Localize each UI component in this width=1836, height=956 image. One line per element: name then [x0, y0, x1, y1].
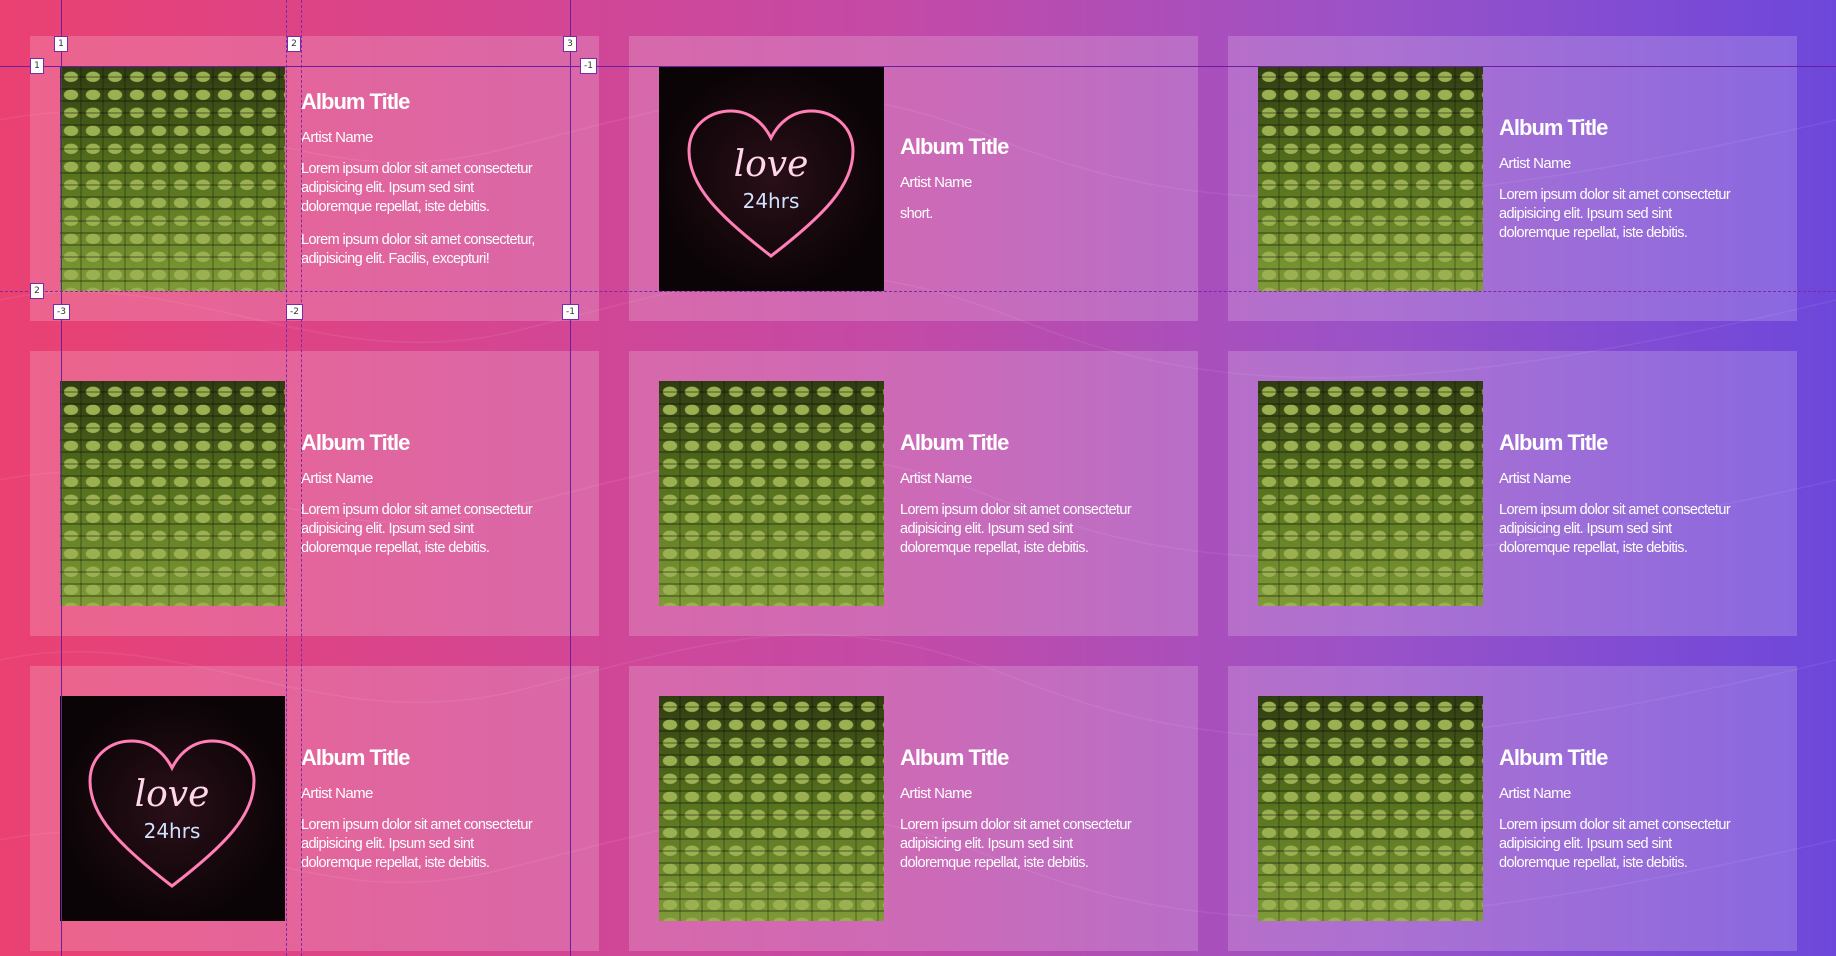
artist-name: Artist Name	[900, 173, 972, 191]
album-title: Album Title	[900, 744, 1009, 770]
album-cover-image	[659, 696, 884, 921]
album-card[interactable]: Album Title Artist Name Lorem ipsum dolo…	[1228, 351, 1797, 636]
album-cover-image: love 24hrs	[60, 696, 285, 921]
neon-text-love: love	[734, 144, 809, 185]
album-title: Album Title	[301, 429, 410, 455]
artist-name: Artist Name	[900, 469, 972, 487]
album-description: short.	[900, 205, 933, 222]
artist-name: Artist Name	[1499, 469, 1571, 487]
album-card[interactable]: Album Title Artist Name Lorem ipsum dolo…	[1228, 666, 1797, 951]
album-description: Lorem ipsum dolor sit amet consectetur a…	[301, 160, 533, 215]
album-description: Lorem ipsum dolor sit amet consectetur a…	[1499, 816, 1731, 871]
album-cover-image	[60, 381, 285, 606]
album-cover-image	[1258, 696, 1483, 921]
album-cover-image	[1258, 381, 1483, 606]
album-description: Lorem ipsum dolor sit amet consectetur a…	[1499, 501, 1731, 556]
album-title: Album Title	[1499, 429, 1608, 455]
album-card[interactable]: Album Title Artist Name Lorem ipsum dolo…	[629, 666, 1198, 951]
album-card[interactable]: Album Title Artist Name Lorem ipsum dolo…	[1228, 36, 1797, 321]
album-title: Album Title	[1499, 114, 1608, 140]
album-title: Album Title	[900, 429, 1009, 455]
album-grid: Album Title Artist Name Lorem ipsum dolo…	[30, 36, 1797, 951]
artist-name: Artist Name	[1499, 154, 1571, 172]
album-description: Lorem ipsum dolor sit amet consectetur a…	[900, 501, 1132, 556]
album-card[interactable]: Album Title Artist Name Lorem ipsum dolo…	[30, 351, 599, 636]
album-cover-image	[1258, 66, 1483, 291]
neon-text-hours: 24hrs	[144, 819, 201, 843]
album-card[interactable]: Album Title Artist Name Lorem ipsum dolo…	[30, 36, 599, 321]
album-description-2: Lorem ipsum dolor sit amet consectetur, …	[301, 231, 535, 267]
album-card[interactable]: Album Title Artist Name Lorem ipsum dolo…	[629, 351, 1198, 636]
artist-name: Artist Name	[900, 784, 972, 802]
album-cover-image	[60, 66, 285, 291]
album-description: Lorem ipsum dolor sit amet consectetur a…	[301, 816, 533, 871]
album-cover-image	[659, 381, 884, 606]
artist-name: Artist Name	[301, 128, 373, 146]
artist-name: Artist Name	[301, 784, 373, 802]
album-description: Lorem ipsum dolor sit amet consectetur a…	[900, 816, 1132, 871]
neon-text-hours: 24hrs	[743, 189, 800, 213]
album-title: Album Title	[301, 744, 410, 770]
album-cover-image: love 24hrs	[659, 66, 884, 291]
neon-text-love: love	[135, 774, 210, 815]
album-title: Album Title	[1499, 744, 1608, 770]
album-title: Album Title	[301, 88, 410, 114]
album-card[interactable]: love 24hrs Album Title Artist Name Lorem…	[30, 666, 599, 951]
album-description: Lorem ipsum dolor sit amet consectetur a…	[301, 501, 533, 556]
album-card[interactable]: love 24hrs Album Title Artist Name short…	[629, 36, 1198, 321]
album-description: Lorem ipsum dolor sit amet consectetur a…	[1499, 186, 1731, 241]
artist-name: Artist Name	[1499, 784, 1571, 802]
album-title: Album Title	[900, 133, 1009, 159]
artist-name: Artist Name	[301, 469, 373, 487]
